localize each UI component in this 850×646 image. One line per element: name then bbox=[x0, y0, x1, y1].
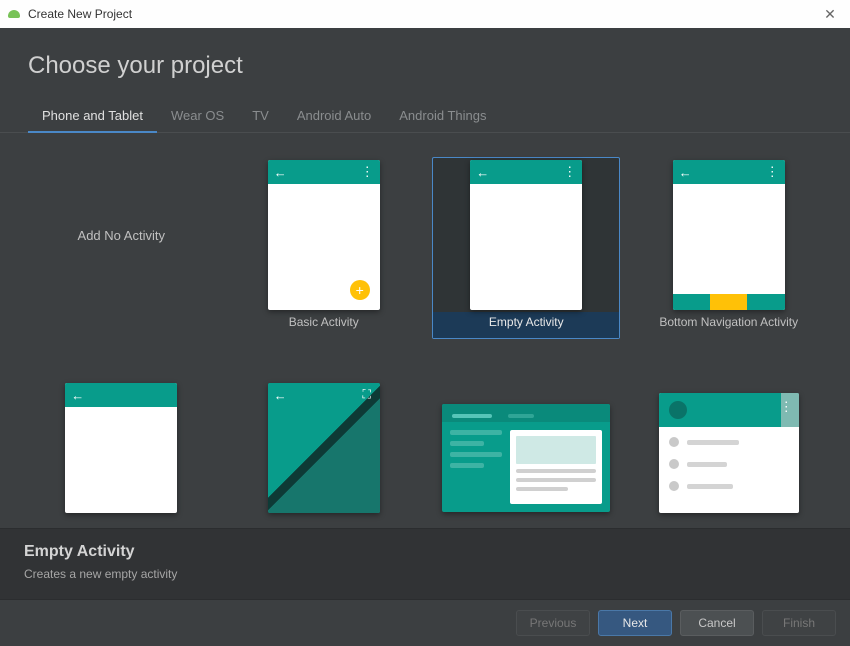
template-cell: Bottom Navigation Activity bbox=[628, 143, 831, 343]
template-grid: Add No Activity + bbox=[20, 143, 830, 528]
form-factor-tabs: Phone and Tablet Wear OS TV Android Auto… bbox=[0, 88, 850, 133]
template-settings[interactable]: ⋮ bbox=[635, 357, 823, 528]
template-master-detail[interactable] bbox=[432, 357, 620, 528]
template-cell: Empty Activity bbox=[425, 143, 628, 343]
template-cell bbox=[223, 343, 426, 528]
settings-thumb-icon: ⋮ bbox=[659, 393, 799, 513]
template-empty-activity[interactable]: Empty Activity bbox=[432, 157, 620, 339]
wizard-body: Choose your project Phone and Tablet Wea… bbox=[0, 28, 850, 646]
phone-thumb-icon bbox=[65, 383, 177, 513]
phone-thumb-icon: + bbox=[268, 160, 380, 310]
selection-description-panel: Empty Activity Creates a new empty activ… bbox=[0, 528, 850, 599]
template-generic[interactable] bbox=[27, 357, 215, 528]
template-no-activity[interactable]: Add No Activity bbox=[27, 157, 215, 339]
finish-button[interactable]: Finish bbox=[762, 610, 836, 636]
overflow-menu-icon: ⋮ bbox=[780, 399, 793, 415]
tab-phone-tablet[interactable]: Phone and Tablet bbox=[28, 102, 157, 133]
phone-thumb-icon bbox=[470, 160, 582, 310]
overflow-menu-icon bbox=[766, 164, 779, 180]
next-button[interactable]: Next bbox=[598, 610, 672, 636]
template-basic-activity[interactable]: + Basic Activity bbox=[230, 157, 418, 339]
template-cell: + Basic Activity bbox=[223, 143, 426, 343]
back-arrow-icon bbox=[274, 165, 287, 180]
android-icon bbox=[6, 6, 22, 22]
selection-description: Creates a new empty activity bbox=[24, 567, 826, 581]
back-arrow-icon bbox=[476, 165, 489, 180]
template-label: Basic Activity bbox=[231, 312, 417, 338]
template-label: Empty Activity bbox=[433, 312, 619, 338]
wizard-button-bar: Previous Next Cancel Finish bbox=[0, 599, 850, 646]
cancel-button[interactable]: Cancel bbox=[680, 610, 754, 636]
overflow-menu-icon bbox=[563, 164, 576, 180]
window-titlebar: Create New Project ✕ bbox=[0, 0, 850, 29]
template-grid-wrap: Add No Activity + bbox=[0, 133, 850, 528]
template-cell: Add No Activity bbox=[20, 143, 223, 343]
phone-thumb-icon bbox=[268, 383, 380, 513]
template-bottom-navigation[interactable]: Bottom Navigation Activity bbox=[635, 157, 823, 339]
back-arrow-icon bbox=[71, 388, 84, 403]
phone-thumb-icon bbox=[673, 160, 785, 310]
fullscreen-icon bbox=[360, 387, 374, 401]
back-arrow-icon bbox=[274, 388, 287, 403]
tab-wear-os[interactable]: Wear OS bbox=[157, 102, 238, 133]
template-cell: ⋮ bbox=[628, 343, 831, 528]
fab-icon: + bbox=[350, 280, 370, 300]
template-cell bbox=[20, 343, 223, 528]
template-label: Add No Activity bbox=[28, 158, 214, 312]
window-close-icon[interactable]: ✕ bbox=[816, 6, 844, 23]
bottom-nav-icon bbox=[673, 294, 785, 310]
avatar-icon bbox=[669, 401, 687, 419]
selection-title: Empty Activity bbox=[24, 543, 826, 561]
overflow-menu-icon bbox=[361, 164, 374, 180]
tablet-thumb-icon bbox=[442, 404, 610, 512]
tab-android-auto[interactable]: Android Auto bbox=[283, 102, 385, 133]
template-fullscreen[interactable] bbox=[230, 357, 418, 528]
previous-button[interactable]: Previous bbox=[516, 610, 590, 636]
tab-tv[interactable]: TV bbox=[238, 102, 283, 133]
template-cell bbox=[425, 343, 628, 528]
page-title: Choose your project bbox=[0, 28, 850, 88]
tab-android-things[interactable]: Android Things bbox=[385, 102, 500, 133]
window-title: Create New Project bbox=[28, 7, 132, 21]
back-arrow-icon bbox=[679, 165, 692, 180]
template-label: Bottom Navigation Activity bbox=[636, 312, 822, 338]
